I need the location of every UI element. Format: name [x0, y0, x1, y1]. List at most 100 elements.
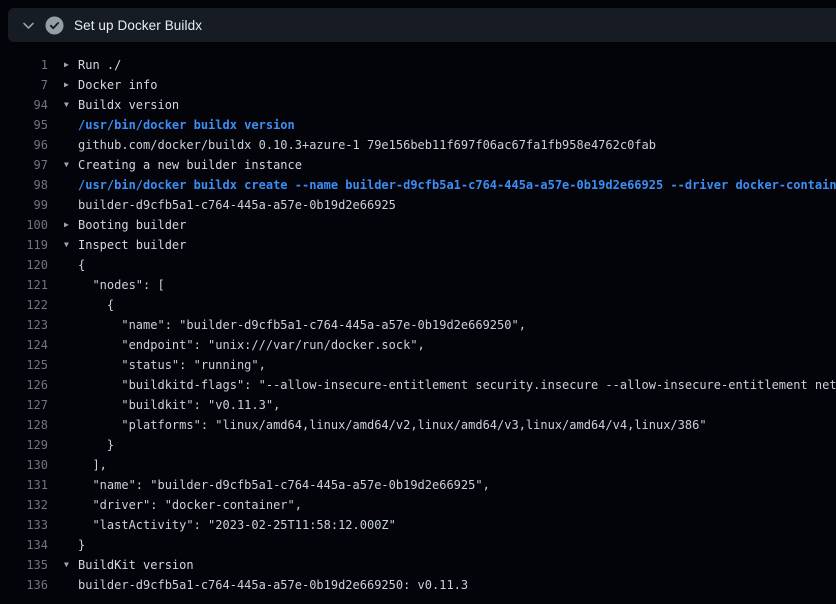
log-text: /usr/bin/docker buildx version	[78, 115, 295, 135]
log-line: 95 /usr/bin/docker buildx version	[0, 115, 836, 135]
log-text: Inspect builder	[78, 235, 186, 255]
log-line: 136 builder-d9cfb5a1-c764-445a-a57e-0b19…	[0, 575, 836, 595]
log-line: 130 ],	[0, 455, 836, 475]
line-number[interactable]: 135	[0, 555, 48, 575]
line-number[interactable]: 94	[0, 95, 48, 115]
log-line[interactable]: 94 ▼ Buildx version	[0, 95, 836, 115]
triangle-down-icon[interactable]: ▼	[64, 555, 78, 575]
line-number[interactable]: 100	[0, 215, 48, 235]
log-text: "buildkitd-flags": "--allow-insecure-ent…	[78, 375, 836, 395]
line-number[interactable]: 124	[0, 335, 48, 355]
line-number[interactable]: 123	[0, 315, 48, 335]
triangle-right-icon[interactable]: ▶	[64, 215, 78, 235]
log-lines: 1 ▶ Run ./ 7 ▶ Docker info 94 ▼ Buildx v…	[0, 42, 836, 595]
group-toggle-icon	[64, 315, 78, 335]
log-line: 128 "platforms": "linux/amd64,linux/amd6…	[0, 415, 836, 435]
line-number[interactable]: 127	[0, 395, 48, 415]
line-number[interactable]: 7	[0, 75, 48, 95]
log-line[interactable]: 7 ▶ Docker info	[0, 75, 836, 95]
line-number[interactable]: 97	[0, 155, 48, 175]
log-text: "buildkit": "v0.11.3",	[78, 395, 280, 415]
log-line: 134 }	[0, 535, 836, 555]
line-number[interactable]: 120	[0, 255, 48, 275]
log-text: builder-d9cfb5a1-c764-445a-a57e-0b19d2e6…	[78, 575, 468, 595]
line-number[interactable]: 98	[0, 175, 48, 195]
group-toggle-icon	[64, 535, 78, 555]
group-toggle-icon	[64, 475, 78, 495]
group-toggle-icon	[64, 335, 78, 355]
log-text: {	[78, 295, 114, 315]
triangle-right-icon[interactable]: ▶	[64, 55, 78, 75]
log-text: {	[78, 255, 85, 275]
line-number[interactable]: 131	[0, 475, 48, 495]
log-text: Creating a new builder instance	[78, 155, 302, 175]
log-line: 129 }	[0, 435, 836, 455]
log-text: "lastActivity": "2023-02-25T11:58:12.000…	[78, 515, 396, 535]
triangle-down-icon[interactable]: ▼	[64, 235, 78, 255]
group-toggle-icon	[64, 255, 78, 275]
group-toggle-icon	[64, 455, 78, 475]
log-line: 122 {	[0, 295, 836, 315]
group-toggle-icon	[64, 515, 78, 535]
log-line[interactable]: 97 ▼ Creating a new builder instance	[0, 155, 836, 175]
log-text: }	[78, 535, 85, 555]
log-text: Buildx version	[78, 95, 179, 115]
log-line: 98 /usr/bin/docker buildx create --name …	[0, 175, 836, 195]
line-number[interactable]: 130	[0, 455, 48, 475]
line-number[interactable]: 129	[0, 435, 48, 455]
line-number[interactable]: 133	[0, 515, 48, 535]
group-toggle-icon	[64, 575, 78, 595]
line-number[interactable]: 96	[0, 135, 48, 155]
log-text: github.com/docker/buildx 0.10.3+azure-1 …	[78, 135, 656, 155]
group-toggle-icon	[64, 195, 78, 215]
log-text: ],	[78, 455, 107, 475]
log-line: 99 builder-d9cfb5a1-c764-445a-a57e-0b19d…	[0, 195, 836, 215]
log-line: 125 "status": "running",	[0, 355, 836, 375]
group-toggle-icon	[64, 135, 78, 155]
line-number[interactable]: 95	[0, 115, 48, 135]
log-text: "name": "builder-d9cfb5a1-c764-445a-a57e…	[78, 475, 490, 495]
log-text: Docker info	[78, 75, 157, 95]
log-text: "status": "running",	[78, 355, 266, 375]
log-line: 121 "nodes": [	[0, 275, 836, 295]
chevron-down-icon[interactable]	[17, 18, 39, 33]
line-number[interactable]: 125	[0, 355, 48, 375]
line-number[interactable]: 1	[0, 55, 48, 75]
log-line: 131 "name": "builder-d9cfb5a1-c764-445a-…	[0, 475, 836, 495]
line-number[interactable]: 121	[0, 275, 48, 295]
group-toggle-icon	[64, 355, 78, 375]
line-number[interactable]: 126	[0, 375, 48, 395]
group-toggle-icon	[64, 495, 78, 515]
group-toggle-icon	[64, 275, 78, 295]
line-number[interactable]: 119	[0, 235, 48, 255]
log-line: 127 "buildkit": "v0.11.3",	[0, 395, 836, 415]
step-header[interactable]: Set up Docker Buildx	[8, 8, 836, 42]
log-line[interactable]: 119 ▼ Inspect builder	[0, 235, 836, 255]
triangle-down-icon[interactable]: ▼	[64, 155, 78, 175]
log-line: 126 "buildkitd-flags": "--allow-insecure…	[0, 375, 836, 395]
log-line[interactable]: 100 ▶ Booting builder	[0, 215, 836, 235]
log-text: builder-d9cfb5a1-c764-445a-a57e-0b19d2e6…	[78, 195, 396, 215]
log-text: "endpoint": "unix:///var/run/docker.sock…	[78, 335, 425, 355]
log-text: "nodes": [	[78, 275, 165, 295]
triangle-down-icon[interactable]: ▼	[64, 95, 78, 115]
log-line[interactable]: 135 ▼ BuildKit version	[0, 555, 836, 575]
group-toggle-icon	[64, 395, 78, 415]
line-number[interactable]: 132	[0, 495, 48, 515]
group-toggle-icon	[64, 175, 78, 195]
log-line[interactable]: 1 ▶ Run ./	[0, 55, 836, 75]
line-number[interactable]: 99	[0, 195, 48, 215]
log-text: /usr/bin/docker buildx create --name bui…	[78, 175, 836, 195]
log-line: 123 "name": "builder-d9cfb5a1-c764-445a-…	[0, 315, 836, 335]
log-line: 133 "lastActivity": "2023-02-25T11:58:12…	[0, 515, 836, 535]
line-number[interactable]: 128	[0, 415, 48, 435]
group-toggle-icon	[64, 415, 78, 435]
group-toggle-icon	[64, 115, 78, 135]
log-text: }	[78, 435, 114, 455]
line-number[interactable]: 122	[0, 295, 48, 315]
line-number[interactable]: 134	[0, 535, 48, 555]
line-number[interactable]: 136	[0, 575, 48, 595]
log-line: 96 github.com/docker/buildx 0.10.3+azure…	[0, 135, 836, 155]
group-toggle-icon	[64, 295, 78, 315]
triangle-right-icon[interactable]: ▶	[64, 75, 78, 95]
